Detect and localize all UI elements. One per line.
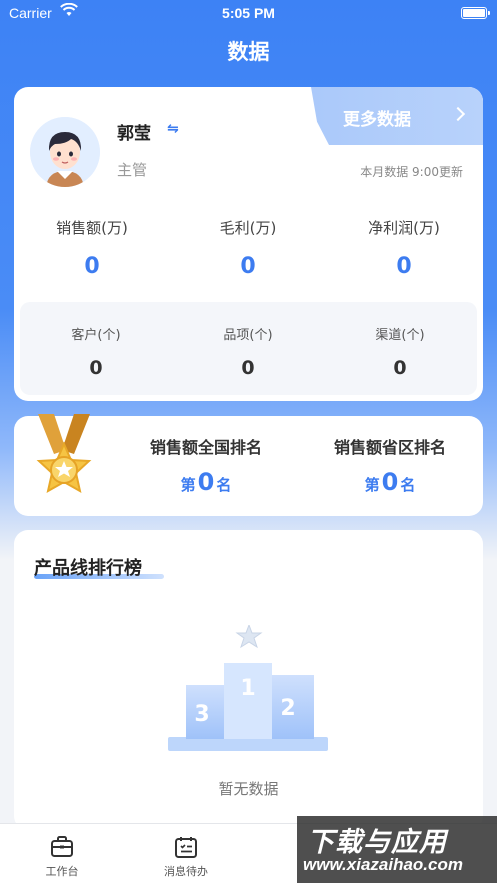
sub-metric-value: 0 xyxy=(89,357,103,379)
metric-label: 净利润(万) xyxy=(368,219,440,237)
sub-metric-channels: 渠道(个) 0 xyxy=(324,324,476,379)
sub-metric-value: 0 xyxy=(241,357,255,379)
tab-label: 工作台 xyxy=(45,865,79,878)
rank-prefix: 第 xyxy=(364,476,380,494)
rank-suffix: 名 xyxy=(400,476,416,494)
switch-icon[interactable]: ⇋ xyxy=(167,121,179,137)
watermark-url: www.xiazaihao.com xyxy=(303,855,463,874)
metric-value: 0 xyxy=(84,254,100,279)
metric-value: 0 xyxy=(240,254,256,279)
profile-card: 更多数据 郭莹 ⇋ 主管 本月数据 9:00更新 销售额(万) 0 毛利(万) … xyxy=(14,87,483,401)
update-time-text: 本月数据 9:00更新 xyxy=(360,165,463,179)
rank-prefix: 第 xyxy=(180,476,196,494)
chevron-right-icon xyxy=(450,106,466,122)
rank-value-row: 第0 名 xyxy=(126,468,286,496)
medal-icon xyxy=(36,414,92,493)
more-data-label: 更多数据 xyxy=(343,110,411,130)
rank-suffix: 名 xyxy=(216,476,232,494)
user-name: 郭莹 xyxy=(117,124,151,144)
metric-gross-profit: 毛利(万) 0 xyxy=(170,217,326,279)
sub-metric-items: 品项(个) 0 xyxy=(172,324,324,379)
briefcase-icon xyxy=(51,836,73,857)
svg-text:2: 2 xyxy=(280,696,295,721)
svg-text:3: 3 xyxy=(194,702,209,727)
tab-workbench[interactable]: 工作台 xyxy=(22,834,102,879)
avatar xyxy=(30,117,100,187)
more-data-button[interactable]: 更多数据 xyxy=(311,87,483,145)
rank-label: 销售额省区排名 xyxy=(333,438,446,457)
product-line-card: 产品线排行榜 1 2 3 暂无数据 xyxy=(14,530,483,830)
user-role: 主管 xyxy=(117,161,148,179)
tab-label: 消息待办 xyxy=(164,865,208,878)
tab-messages[interactable]: 消息待办 xyxy=(146,834,226,879)
metric-label: 毛利(万) xyxy=(219,219,277,237)
ranking-card: 销售额全国排名 第0 名 销售额省区排名 第0 名 xyxy=(14,414,483,516)
metric-value: 0 xyxy=(396,254,412,279)
rank-value-row: 第0 名 xyxy=(310,468,470,496)
calendar-list-icon xyxy=(175,837,197,858)
product-line-title: 产品线排行榜 xyxy=(34,558,142,579)
sub-metric-label: 品项(个) xyxy=(223,328,273,343)
podium-illustration: 1 2 3 xyxy=(168,625,328,751)
rank-number: 0 xyxy=(381,468,399,496)
rank-label: 销售额全国排名 xyxy=(149,438,262,457)
rank-number: 0 xyxy=(197,468,215,496)
clock: 5:05 PM xyxy=(222,5,275,21)
rank-province: 销售额省区排名 第0 名 xyxy=(310,434,470,496)
empty-state-text: 暂无数据 xyxy=(218,780,279,798)
metric-net-profit: 净利润(万) 0 xyxy=(326,217,482,279)
sub-metric-label: 客户(个) xyxy=(71,328,121,343)
battery-icon xyxy=(461,7,490,19)
metric-sales: 销售额(万) 0 xyxy=(14,217,170,279)
rank-national: 销售额全国排名 第0 名 xyxy=(126,434,286,496)
sub-metric-customers: 客户(个) 0 xyxy=(20,324,172,379)
status-bar: Carrier 5:05 PM xyxy=(0,0,497,26)
sub-metric-label: 渠道(个) xyxy=(375,328,425,343)
main-metrics: 销售额(万) 0 毛利(万) 0 净利润(万) 0 xyxy=(14,217,483,287)
svg-text:1: 1 xyxy=(240,676,255,701)
watermark-title: 下载与应用 xyxy=(307,827,447,858)
sub-metrics-panel: 客户(个) 0 品项(个) 0 渠道(个) 0 xyxy=(20,302,477,395)
watermark: 下载与应用 www.xiazaihao.com xyxy=(297,816,497,883)
sub-metric-value: 0 xyxy=(393,357,407,379)
metric-label: 销售额(万) xyxy=(56,219,128,237)
page-title: 数据 xyxy=(227,40,270,64)
